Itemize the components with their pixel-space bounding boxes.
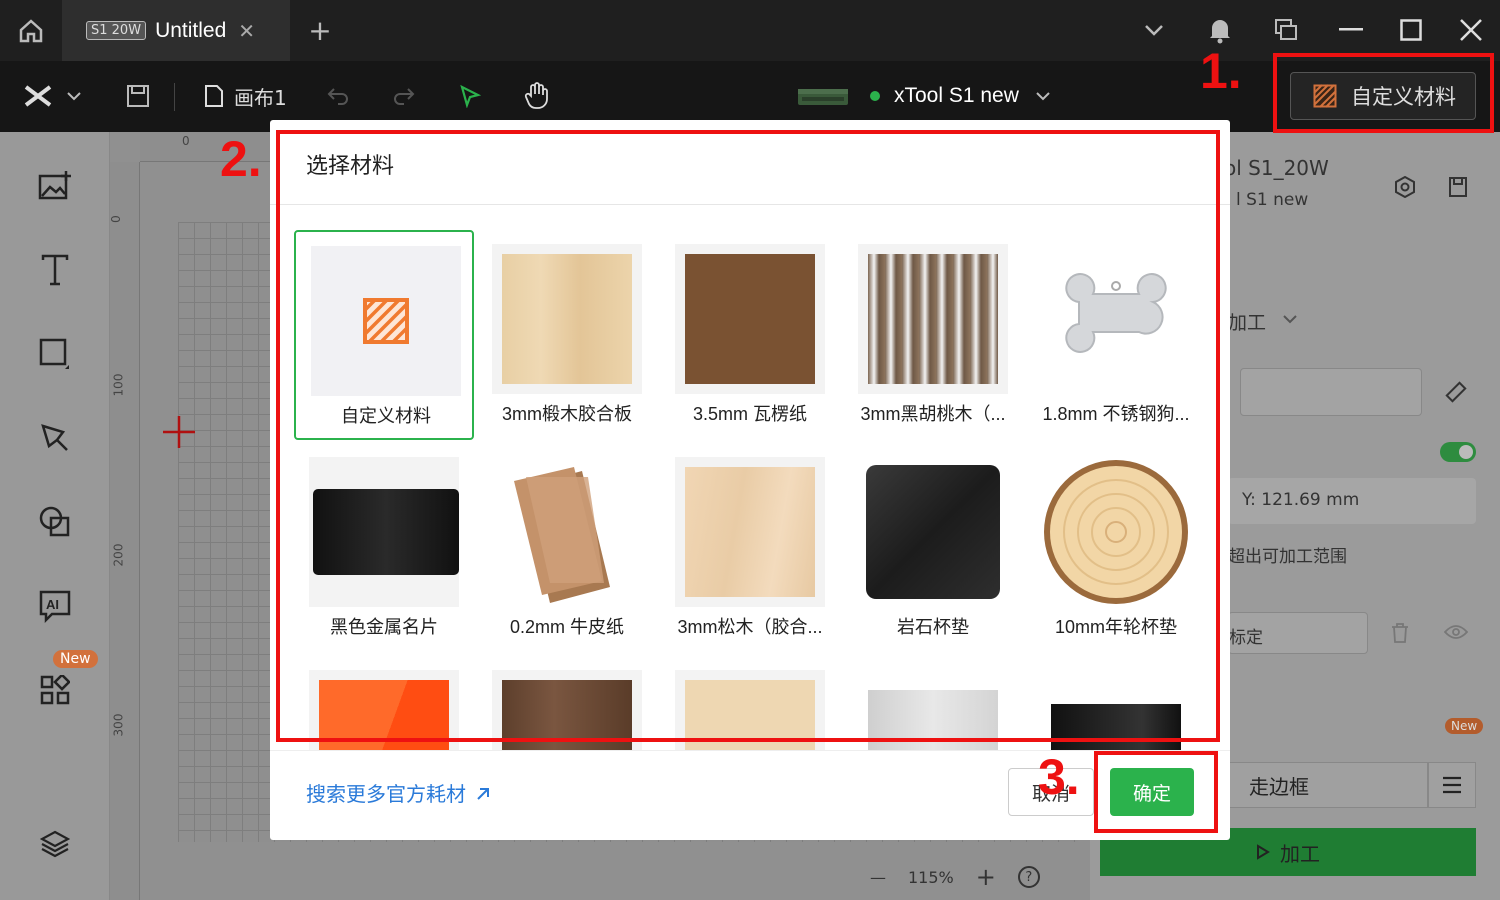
y-position-value: Y: 121.69 mm xyxy=(1242,490,1360,510)
trash-icon[interactable] xyxy=(1390,622,1410,644)
more-materials-link[interactable]: 搜索更多官方耗材 xyxy=(306,778,490,807)
zoom-level: 115% xyxy=(908,867,954,887)
document-tab[interactable]: S1 20W Untitled ✕ xyxy=(62,0,290,61)
device-selector[interactable]: xTool S1 new xyxy=(796,76,1051,116)
document-icon xyxy=(205,85,223,107)
maximize-icon[interactable] xyxy=(1391,10,1431,50)
ruler-label: 0 xyxy=(108,215,123,223)
process-mode-label[interactable]: 加工 xyxy=(1228,308,1266,335)
ruler-left: 0 100 200 300 xyxy=(108,162,140,900)
select-tool-icon[interactable] xyxy=(458,76,482,116)
save-icon[interactable] xyxy=(126,76,150,116)
crosshair-icon xyxy=(163,416,195,448)
apps-grid-icon[interactable] xyxy=(33,668,77,712)
tab-title: Untitled xyxy=(155,18,227,42)
help-icon[interactable]: ? xyxy=(1017,866,1040,888)
annotation-step-3: 3. xyxy=(1038,749,1080,805)
undo-icon[interactable] xyxy=(326,76,350,116)
annotation-step-2: 2. xyxy=(220,131,262,187)
home-button[interactable] xyxy=(0,0,61,61)
windows-icon[interactable] xyxy=(1266,10,1306,50)
ruler-label: 200 xyxy=(111,543,126,567)
annotation-box-3 xyxy=(1094,751,1218,833)
title-bar: S1 20W Untitled ✕ + xyxy=(0,0,1500,61)
more-materials-label: 搜索更多官方耗材 xyxy=(306,782,466,806)
svg-text:AI: AI xyxy=(46,597,59,612)
shape-tool-icon[interactable] xyxy=(33,332,77,376)
ruler-icon[interactable] xyxy=(1444,380,1468,404)
zoom-controls: — 115% + ? xyxy=(870,857,1040,897)
xtool-logo-icon xyxy=(24,85,52,107)
external-link-icon xyxy=(477,788,490,800)
annotation-box-1 xyxy=(1273,53,1494,133)
ruler-label: 100 xyxy=(111,373,126,397)
text-tool-icon[interactable] xyxy=(33,248,77,292)
pen-tool-icon[interactable] xyxy=(33,416,77,460)
canvas-name: 画布1 xyxy=(234,85,287,110)
zoom-in-button[interactable]: + xyxy=(976,863,996,891)
out-of-range-warning: 超出可加工范围 xyxy=(1228,547,1347,567)
calibrate-field[interactable]: 标定 xyxy=(1228,612,1368,654)
laser-machine-icon xyxy=(798,89,848,105)
ruler-label: 0 xyxy=(182,134,190,148)
divider xyxy=(270,750,1230,751)
process-label: 加工 xyxy=(1280,841,1320,866)
redo-icon[interactable] xyxy=(392,76,416,116)
ruler-label: 300 xyxy=(111,713,126,737)
play-icon xyxy=(1257,844,1270,860)
value-input[interactable] xyxy=(1240,368,1422,416)
settings-icon[interactable] xyxy=(1394,176,1416,198)
device-badge: S1 20W xyxy=(86,21,147,40)
new-badge: New xyxy=(53,650,98,668)
device-subtitle: l S1 new xyxy=(1236,190,1309,210)
new-tab-button[interactable]: + xyxy=(300,10,340,50)
ai-tool-icon[interactable]: AI xyxy=(33,584,77,628)
calibrate-label: 标定 xyxy=(1229,628,1263,648)
eye-icon[interactable] xyxy=(1444,624,1468,640)
chevron-down-icon xyxy=(1036,92,1050,101)
toggle-switch[interactable] xyxy=(1440,442,1476,462)
image-add-icon[interactable] xyxy=(33,164,77,208)
more-menu-button[interactable] xyxy=(1428,762,1476,808)
zoom-out-button[interactable]: — xyxy=(870,868,886,887)
hand-tool-icon[interactable] xyxy=(524,76,550,116)
save-icon[interactable] xyxy=(1448,176,1468,198)
chevron-down-icon xyxy=(1283,315,1297,324)
new-badge: New xyxy=(1445,718,1484,734)
connection-status-icon xyxy=(870,91,880,101)
app-menu-button[interactable] xyxy=(24,76,82,116)
home-icon xyxy=(19,18,42,42)
menu-icon xyxy=(1443,776,1461,794)
annotation-step-1: 1. xyxy=(1200,43,1242,99)
minimize-icon[interactable] xyxy=(1331,10,1371,50)
device-title: ol S1_20W xyxy=(1224,156,1329,180)
annotation-box-2 xyxy=(276,130,1220,742)
chevron-down-icon[interactable] xyxy=(1134,10,1174,50)
y-position-field[interactable]: Y: 121.69 mm xyxy=(1228,478,1476,524)
left-toolbar: AI New xyxy=(0,132,110,900)
tab-close-icon[interactable]: ✕ xyxy=(238,19,255,43)
layers-icon[interactable] xyxy=(33,822,77,866)
chevron-down-icon xyxy=(67,92,81,101)
frame-button[interactable]: 走边框 xyxy=(1228,762,1428,808)
canvas-selector[interactable]: 画布1 xyxy=(204,76,287,116)
combine-shapes-icon[interactable] xyxy=(33,500,77,544)
device-name: xTool S1 new xyxy=(894,84,1019,107)
frame-label: 走边框 xyxy=(1249,774,1309,799)
close-icon[interactable] xyxy=(1451,10,1491,50)
